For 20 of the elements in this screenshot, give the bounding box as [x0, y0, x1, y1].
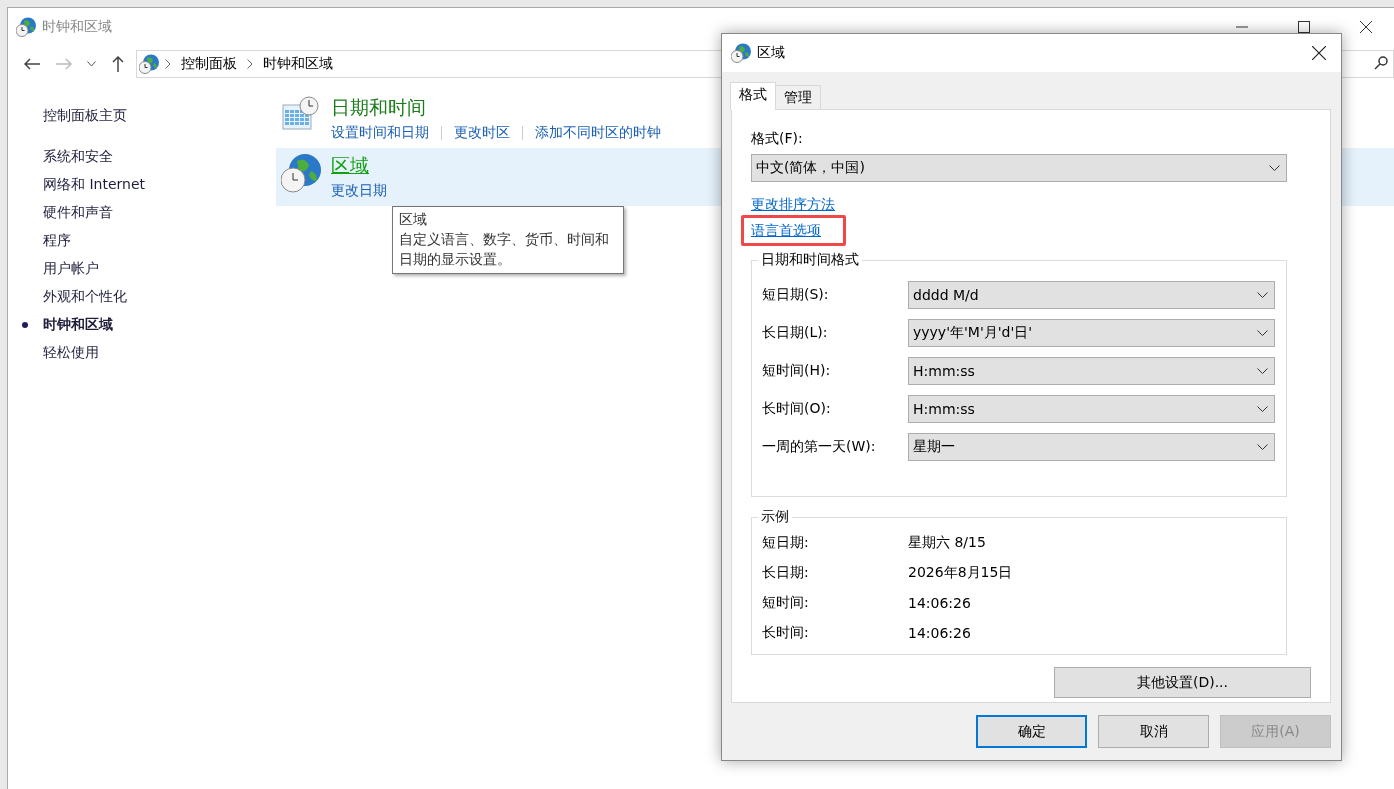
field-label: 短时间(H):: [762, 362, 832, 380]
field-label: 短日期(S):: [762, 286, 830, 304]
field-label: 一周的第一天(W):: [762, 438, 877, 456]
dialog-title: 区域: [757, 44, 786, 62]
example-value: 星期六 8/15: [908, 534, 986, 552]
field-label: 长时间(O):: [762, 400, 832, 418]
tooltip-title: 区域: [399, 210, 428, 229]
tooltip-text: 自定义语言、数字、货币、时间和日期的显示设置。: [399, 230, 610, 269]
window-title: 时钟和区域: [42, 18, 113, 36]
example-value: 14:06:26: [908, 595, 971, 611]
group-title: 示例: [758, 508, 792, 526]
field-label: 短日期:: [762, 534, 810, 552]
field-label: 格式(F):: [751, 130, 804, 148]
example-value: 2026年8月15日: [908, 564, 1013, 582]
field-label: 短时间:: [762, 594, 810, 612]
field-label: 长日期(L):: [762, 324, 829, 342]
group-title: 日期和时间格式: [758, 251, 862, 269]
field-label: 长日期:: [762, 564, 810, 582]
example-value: 14:06:26: [908, 625, 971, 641]
field-label: 长时间:: [762, 624, 810, 642]
